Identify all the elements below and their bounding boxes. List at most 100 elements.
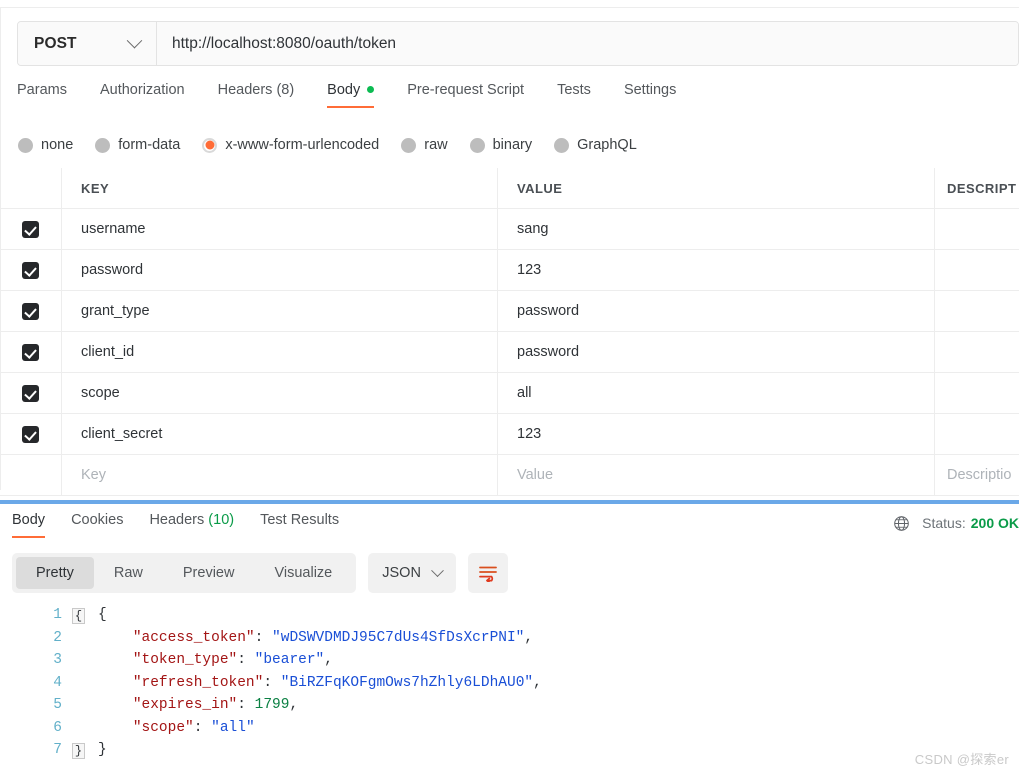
- response-tab-cookies-label: Cookies: [71, 512, 124, 528]
- view-mode-visualize[interactable]: Visualize: [254, 557, 352, 589]
- radio-form-data-icon: [95, 137, 111, 153]
- wrap-text-button[interactable]: [467, 553, 508, 593]
- table-row[interactable]: client_secret 123: [0, 414, 1019, 455]
- view-mode-visualize-label: Visualize: [274, 565, 333, 581]
- row-key: client_secret: [81, 426, 163, 442]
- row-value: all: [517, 385, 532, 401]
- code-fold-gutter: { }: [72, 604, 90, 768]
- top-divider: [0, 7, 1019, 8]
- row-checkbox[interactable]: [22, 302, 39, 320]
- tab-body-label: Body: [327, 82, 361, 98]
- response-tab-body-label: Body: [12, 512, 46, 528]
- chevron-down-icon: [126, 32, 143, 49]
- radio-raw-icon: [401, 137, 417, 153]
- wrap-text-icon: [479, 566, 497, 582]
- tab-settings-label: Settings: [623, 82, 677, 98]
- placeholder-value-input[interactable]: Value: [517, 467, 553, 483]
- code-line: "expires_in": 1799,: [98, 694, 1019, 717]
- line-number: 3: [53, 652, 62, 668]
- json-comma: ,: [289, 697, 299, 713]
- row-checkbox[interactable]: [22, 343, 39, 361]
- table-row[interactable]: username sang: [0, 209, 1019, 250]
- table-row[interactable]: grant_type password: [0, 291, 1019, 332]
- format-selector[interactable]: JSON: [368, 553, 456, 593]
- body-active-dot-icon: [367, 85, 375, 93]
- body-type-radio-group: none form-data x-www-form-urlencoded raw…: [18, 132, 659, 158]
- line-number: 1: [53, 607, 62, 623]
- json-separator: :: [237, 652, 255, 668]
- tab-params[interactable]: Params: [17, 82, 67, 108]
- radio-none[interactable]: none: [18, 137, 73, 153]
- tab-body[interactable]: Body: [327, 82, 375, 108]
- placeholder-key-input[interactable]: Key: [81, 467, 106, 483]
- json-comma: ,: [524, 629, 534, 646]
- row-value: password: [517, 303, 580, 319]
- tab-authorization-label: Authorization: [99, 82, 185, 98]
- json-key: "scope": [132, 719, 194, 736]
- panel-splitter[interactable]: [0, 500, 1019, 504]
- json-key: "access_token": [132, 629, 255, 646]
- table-placeholder-row[interactable]: Key Value Descriptio: [0, 455, 1019, 496]
- table-row[interactable]: password 123: [0, 250, 1019, 291]
- line-number: 6: [53, 719, 62, 736]
- row-value: sang: [517, 221, 549, 237]
- response-tab-cookies[interactable]: Cookies: [71, 512, 123, 538]
- json-separator: :: [263, 674, 281, 691]
- response-tab-body[interactable]: Body: [12, 512, 46, 538]
- postman-request-response-view: POST http://localhost:8080/oauth/token P…: [0, 0, 1019, 776]
- line-number-gutter: 1 2 3 4 5 6 7: [0, 604, 72, 768]
- tab-authorization[interactable]: Authorization: [100, 82, 185, 108]
- response-view-toolbar: Pretty Raw Preview Visualize JSON: [12, 553, 508, 593]
- code-line: }: [98, 739, 1019, 762]
- tab-pre-request-script[interactable]: Pre-request Script: [407, 82, 524, 108]
- globe-icon: [894, 515, 909, 531]
- radio-binary[interactable]: binary: [469, 137, 533, 153]
- url-input[interactable]: http://localhost:8080/oauth/token: [157, 22, 1018, 65]
- response-tab-headers[interactable]: Headers (10): [149, 512, 234, 538]
- row-checkbox[interactable]: [22, 220, 39, 238]
- tab-tests[interactable]: Tests: [557, 82, 591, 108]
- table-row[interactable]: client_id password: [0, 332, 1019, 373]
- response-tab-bar: Body Cookies Headers (10) Test Results: [12, 512, 365, 546]
- view-mode-raw-label: Raw: [113, 565, 143, 581]
- json-value: 1799: [254, 697, 290, 713]
- tab-headers[interactable]: Headers (8): [218, 82, 295, 108]
- row-checkbox[interactable]: [22, 384, 39, 402]
- watermark: CSDN @探索er: [914, 752, 1009, 767]
- view-mode-pretty[interactable]: Pretty: [16, 557, 94, 589]
- row-checkbox[interactable]: [22, 425, 39, 443]
- radio-binary-icon: [469, 137, 485, 153]
- placeholder-description-input[interactable]: Descriptio: [947, 467, 1011, 483]
- json-separator: :: [254, 629, 273, 646]
- table-header-row: KEY VALUE DESCRIPT: [0, 168, 1019, 209]
- radio-raw[interactable]: raw: [401, 137, 448, 153]
- radio-graphql-icon: [554, 137, 570, 153]
- fold-marker-close[interactable]: }: [72, 743, 85, 759]
- response-body-viewer[interactable]: 1 2 3 4 5 6 7 { } { "access_token": "wDS…: [0, 604, 1019, 768]
- radio-x-www-form-urlencoded[interactable]: x-www-form-urlencoded: [202, 137, 379, 153]
- radio-form-data[interactable]: form-data: [95, 137, 180, 153]
- header-cell-description: DESCRIPT: [947, 180, 1017, 196]
- json-comma: ,: [324, 652, 333, 668]
- radio-binary-label: binary: [492, 137, 533, 153]
- fold-marker-open[interactable]: {: [72, 608, 85, 624]
- table-row[interactable]: scope all: [0, 373, 1019, 414]
- placeholder-checkbox-cell: [0, 455, 62, 495]
- row-value: password: [517, 344, 580, 360]
- http-method-selector[interactable]: POST: [18, 22, 157, 65]
- tab-params-label: Params: [17, 82, 67, 98]
- line-number: 5: [53, 697, 62, 713]
- row-checkbox[interactable]: [22, 261, 39, 279]
- tab-settings[interactable]: Settings: [624, 82, 676, 108]
- code-line: "token_type": "bearer",: [98, 649, 1019, 672]
- request-body-table: KEY VALUE DESCRIPT username sang passwor…: [0, 168, 1019, 496]
- code-brace-open: {: [98, 607, 107, 623]
- response-tab-test-results[interactable]: Test Results: [260, 512, 339, 538]
- code-line: {: [98, 604, 1019, 627]
- json-separator: :: [193, 719, 212, 736]
- view-mode-preview[interactable]: Preview: [163, 557, 255, 589]
- status-label: Status:: [922, 515, 966, 531]
- view-mode-raw[interactable]: Raw: [94, 557, 163, 589]
- radio-graphql[interactable]: GraphQL: [554, 137, 637, 153]
- code-line: "scope": "all": [98, 717, 1019, 740]
